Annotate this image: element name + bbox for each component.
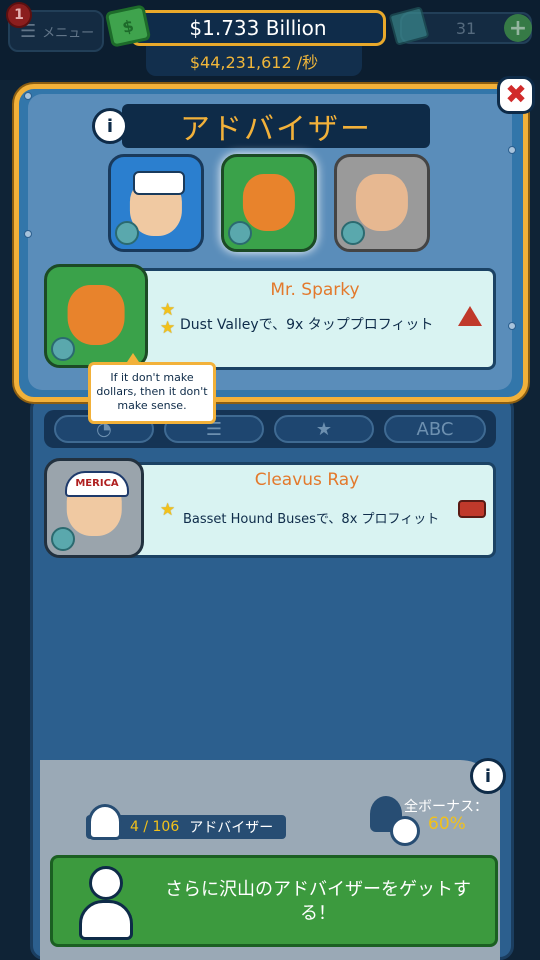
advisor-portrait[interactable]: MERICA [44,458,144,558]
advisor-count-value: 4 / 106 [130,819,180,835]
globe-icon [390,816,420,846]
star-icon: ★ [160,500,176,520]
get-more-advisors-button[interactable]: さらに沢山のアドバイザーをゲットする！ [50,855,498,947]
hat-text: MERICA [75,478,119,489]
advisor-silhouette-icon [79,866,133,940]
star-icon: ★ [160,318,176,338]
advisor-quote-tooltip: If it don't make dollars, then it don't … [88,353,216,424]
modal-title: アドバイザー [122,104,430,148]
money-display: $1.733 Billion [130,10,386,46]
money-value: $1.733 Billion [189,16,327,40]
add-gems-button[interactable]: + [504,14,532,42]
desert-icon [458,306,482,326]
info-icon: i [484,765,492,787]
sort-abc-button[interactable]: ABC [384,415,486,443]
coin-icon [115,221,139,245]
advisor-face [355,173,409,231]
star-icon: ★ [315,418,333,440]
coin-icon [341,221,365,245]
rivet [24,92,32,100]
gem-count: 31 [455,18,477,38]
coin-icon [51,527,75,551]
sort-by-rarity-button[interactable]: ★ [274,415,374,443]
hat: MERICA [65,471,129,497]
income-rate: $44,231,612 /秒 [146,46,362,76]
bonus-label: 全ボーナス： [404,799,488,815]
sort-abc-label: ABC [416,418,454,440]
bonus-value: 60% [428,814,466,834]
advisor-silhouette-icon [88,804,122,840]
advisor-slot-1[interactable] [108,154,204,252]
hat [133,171,185,195]
advisor-slot-2[interactable] [221,154,317,252]
star-icon: ★ [160,300,176,320]
close-icon: ✖ [505,80,527,110]
income-rate-value: $44,231,612 /秒 [189,53,319,72]
featured-advisor-name: Mr. Sparky [270,280,360,300]
menu-label: メニュー [42,25,95,41]
advisor-name: Cleavus Ray [254,470,360,490]
advisor-description: Basset Hound Busesで、8x プロフィット [183,512,440,527]
info-icon: i [106,115,114,137]
bus-icon [458,500,486,518]
rivet [24,230,32,238]
advisor-face [67,284,125,346]
coin-icon [228,221,252,245]
advisor-slot-3[interactable] [334,154,430,252]
advisor-count-label: アドバイザー [189,820,274,836]
rivet [508,322,516,330]
featured-advisor-description: Dust Valleyで、9x タッププロフィット [180,317,434,333]
footer-info-button[interactable]: i [470,758,506,794]
rivet [508,146,516,154]
menu-notification-badge: 1 [6,2,32,28]
get-more-label: さらに沢山のアドバイザーをゲットする！ [165,879,471,924]
coin-icon [51,337,75,361]
modal-info-button[interactable]: i [92,108,128,144]
advisor-face [242,173,296,231]
close-button[interactable]: ✖ [497,76,535,114]
